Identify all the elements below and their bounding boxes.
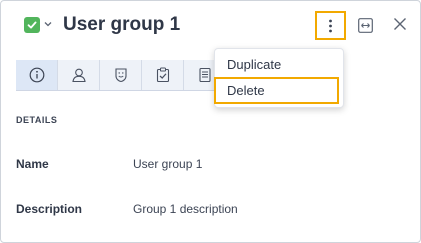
menu-item-label: Duplicate <box>227 57 282 72</box>
info-icon <box>29 67 45 83</box>
badge-icon <box>115 68 127 83</box>
tab-info[interactable] <box>16 60 58 90</box>
panel-header: User group 1 <box>0 0 421 50</box>
delete-highlight <box>214 77 339 104</box>
tab-permissions[interactable] <box>100 60 142 90</box>
chevron-down-icon[interactable] <box>44 21 52 27</box>
user-icon <box>72 68 86 83</box>
document-icon <box>199 67 211 83</box>
description-value: Group 1 description <box>133 202 238 216</box>
page-title: User group 1 <box>63 14 181 35</box>
name-label: Name <box>16 157 49 171</box>
kebab-menu-icon <box>329 19 332 33</box>
description-label: Description <box>16 202 83 216</box>
name-value: User group 1 <box>133 157 203 171</box>
menu-item-duplicate[interactable]: Duplicate <box>215 52 341 78</box>
tab-users[interactable] <box>58 60 100 90</box>
status-check-icon[interactable] <box>24 17 40 33</box>
close-icon[interactable] <box>393 17 407 31</box>
more-options-button[interactable] <box>315 11 346 40</box>
expand-icon[interactable] <box>358 18 373 33</box>
tab-bar <box>16 60 226 91</box>
clipboard-check-icon <box>156 67 170 83</box>
section-heading: DETAILS <box>16 115 58 125</box>
tab-tasks[interactable] <box>142 60 184 90</box>
